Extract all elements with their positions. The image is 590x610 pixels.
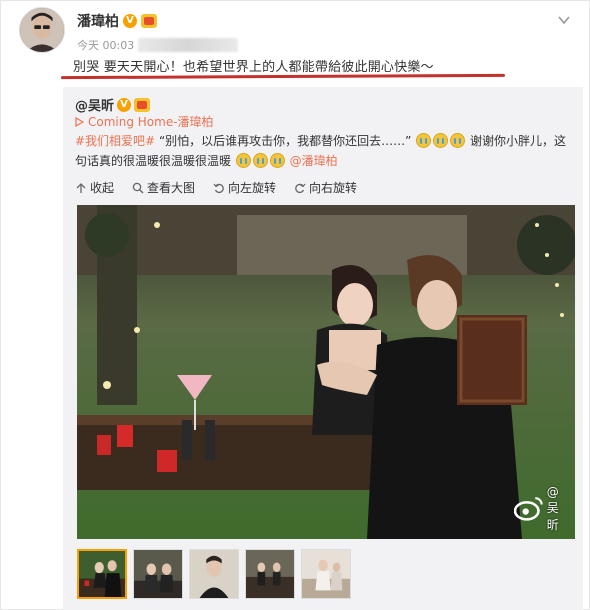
rotate-right-button[interactable]: 向右旋转 <box>294 179 357 196</box>
collapse-label: 收起 <box>90 181 115 195</box>
play-icon <box>75 116 84 127</box>
rotate-right-icon <box>295 183 306 193</box>
repost-box: @吴昕 V Coming Home-潘瑋柏 #我们相爱吧# “别怕，以后谁再攻击… <box>63 87 583 610</box>
post-photo[interactable]: @吴昕 <box>77 205 575 539</box>
weibo-post: 潘瑋柏 V 今天 00:03 別哭 要天天開心！也希望世界上的人都能帶給彼此開心… <box>0 0 590 610</box>
thumbnail-3[interactable] <box>189 549 239 599</box>
thumbnail-1[interactable] <box>77 549 127 599</box>
verified-icon: V <box>117 97 132 112</box>
repost-text: #我们相爱吧# “别怕，以后谁再攻击你，我都替你还回去……” 谢谢你小胖儿，这句… <box>75 131 575 171</box>
music-link[interactable]: Coming Home-潘瑋柏 <box>75 113 214 130</box>
post-meta: 今天 00:03 <box>77 37 239 53</box>
chevron-down-icon[interactable] <box>557 13 571 27</box>
mention-link[interactable]: @潘瑋柏 <box>290 154 338 168</box>
collapse-icon <box>76 182 86 193</box>
image-actions: 收起 查看大图 向左旋转 向右旋转 <box>75 179 357 196</box>
crying-emoji-icon <box>416 133 432 148</box>
collapse-button[interactable]: 收起 <box>75 179 114 196</box>
view-large-label: 查看大图 <box>147 181 196 195</box>
rotate-left-button[interactable]: 向左旋转 <box>213 179 276 196</box>
repost-author[interactable]: @吴昕 V <box>75 95 151 114</box>
author-avatar[interactable] <box>19 7 65 53</box>
magnifier-icon <box>132 182 144 193</box>
author-name[interactable]: 潘瑋柏 <box>77 11 119 31</box>
thumbnail-image <box>79 551 125 597</box>
topic-tag[interactable]: #我们相爱吧# <box>75 134 155 148</box>
post-time[interactable]: 今天 00:03 <box>77 37 134 53</box>
watermark-text: @吴昕 <box>546 485 559 532</box>
thumbnail-2[interactable] <box>133 549 183 599</box>
blurred-source <box>138 38 239 52</box>
crying-emoji-icon <box>269 153 285 168</box>
verified-icon: V <box>123 14 137 28</box>
photo-watermark: @吴昕 <box>513 485 567 533</box>
repost-author-name[interactable]: @吴昕 <box>75 95 114 114</box>
crying-emoji-icon <box>252 153 268 168</box>
vip-icon <box>141 14 157 28</box>
weibo-logo-icon <box>513 497 543 521</box>
thumbnail-image <box>246 550 294 598</box>
vip-icon <box>134 97 151 112</box>
thumbnail-image <box>134 550 182 598</box>
post-author[interactable]: 潘瑋柏 V <box>77 11 157 31</box>
crying-emoji-icon <box>433 133 449 148</box>
view-large-button[interactable]: 查看大图 <box>132 179 195 196</box>
dinner-scene-image <box>77 205 575 539</box>
thumbnail-image <box>302 550 350 598</box>
thumbnail-image <box>190 550 238 598</box>
rotate-left-icon <box>213 183 224 193</box>
music-link-label[interactable]: Coming Home-潘瑋柏 <box>88 113 214 130</box>
thumbnail-strip <box>77 549 351 599</box>
crying-emoji-icon <box>235 153 251 168</box>
post-text: 別哭 要天天開心！也希望世界上的人都能帶給彼此開心快樂～ <box>73 60 434 75</box>
rotate-left-label: 向左旋转 <box>228 181 277 195</box>
thumbnail-4[interactable] <box>245 549 295 599</box>
rotate-right-label: 向右旋转 <box>309 181 358 195</box>
repost-quote: “别怕，以后谁再攻击你，我都替你还回去……” <box>158 134 412 148</box>
crying-emoji-icon <box>450 133 466 148</box>
thumbnail-5[interactable] <box>301 549 351 599</box>
